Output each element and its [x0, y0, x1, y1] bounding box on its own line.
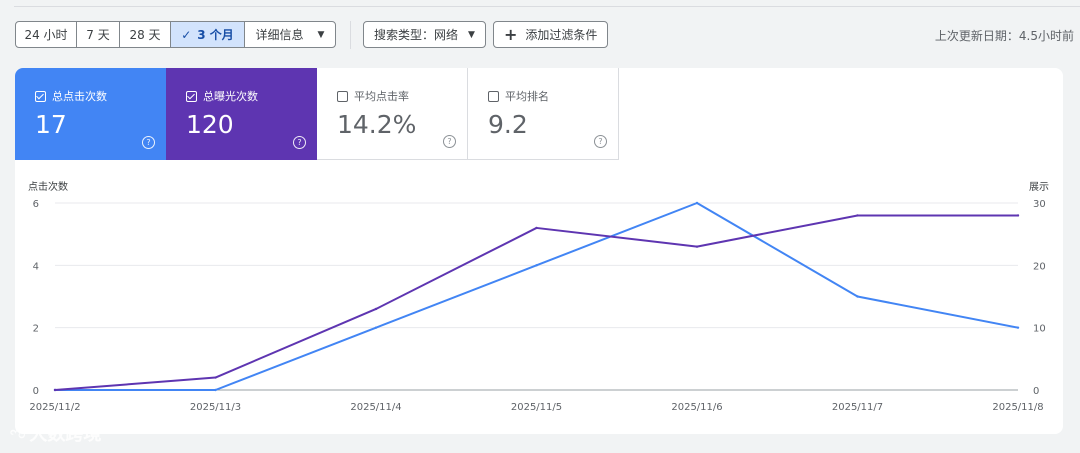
metric-label: 总点击次数 — [52, 90, 107, 103]
y-tick-label: 0 — [33, 386, 39, 397]
data-point — [1016, 214, 1020, 217]
data-point — [53, 388, 57, 392]
x-tick-label: 2025/11/2 — [29, 402, 80, 413]
metric-total-impressions[interactable]: 总曝光次数 120 ? — [166, 68, 317, 160]
data-point — [214, 376, 217, 379]
checkbox-checked-icon[interactable] — [35, 90, 46, 102]
x-tick-label: 2025/11/4 — [350, 402, 401, 413]
add-filter-button[interactable]: + 添加过滤条件 — [492, 21, 609, 48]
series-line — [54, 214, 1018, 391]
line-chart-svg: 点击次数 展示 0 2 4 6 0 10 20 30 2025/11/2 2025/11/3 2025/… — [28, 180, 1049, 413]
x-tick-label: 2025/11/6 — [671, 402, 722, 413]
metric-label: 平均排名 — [505, 90, 549, 103]
data-point — [374, 307, 378, 311]
x-tick-label: 2025/11/7 — [832, 402, 883, 413]
metric-label: 总曝光次数 — [203, 90, 258, 103]
y2-axis-title: 展示 — [1029, 181, 1049, 193]
data-point — [856, 214, 859, 217]
data-point — [214, 388, 217, 392]
brand-logo-icon: ಌ — [10, 423, 26, 442]
y2-tick-label: 0 — [1033, 386, 1039, 397]
y2-tick-label: 30 — [1033, 199, 1046, 210]
data-point — [856, 295, 859, 298]
date-range-selector: 24 小时 7 天 28 天 ✓ 3 个月 详细信息 ▼ — [15, 21, 336, 48]
metric-header: 总曝光次数 — [186, 88, 258, 104]
data-point — [535, 264, 538, 267]
range-3m-label: 3 个月 — [197, 28, 234, 42]
plus-icon: + — [503, 24, 518, 44]
help-icon[interactable]: ? — [594, 135, 607, 148]
metric-value: 17 — [35, 110, 67, 139]
filter-toolbar: 24 小时 7 天 28 天 ✓ 3 个月 详细信息 ▼ 搜索类型：网络 ▼ +… — [15, 20, 609, 49]
help-icon[interactable]: ? — [293, 136, 306, 149]
metric-label: 平均点击率 — [354, 90, 409, 103]
metric-header: 平均排名 — [488, 88, 549, 104]
range-28d-button[interactable]: 28 天 — [120, 22, 171, 47]
metric-value: 9.2 — [488, 110, 528, 139]
x-tick-label: 2025/11/8 — [992, 402, 1043, 413]
range-7d-button[interactable]: 7 天 — [77, 22, 120, 47]
series-line — [55, 202, 1019, 391]
data-point — [695, 245, 699, 248]
y-tick-label: 4 — [33, 261, 39, 272]
caret-down-icon: ▼ — [317, 29, 325, 40]
help-icon[interactable]: ? — [142, 136, 155, 149]
metric-average-ctr[interactable]: 平均点击率 14.2% ? — [317, 68, 468, 160]
y2-tick-label: 20 — [1033, 261, 1046, 272]
last-updated-text: 上次更新日期：4.5小时前 — [934, 29, 1074, 43]
help-icon[interactable]: ? — [443, 135, 456, 148]
metric-total-clicks[interactable]: 总点击次数 17 ? — [15, 68, 166, 160]
caret-down-icon: ▼ — [468, 29, 475, 40]
y-tick-label: 6 — [33, 199, 39, 210]
range-details-label: 详细信息 — [255, 28, 304, 42]
metric-average-position[interactable]: 平均排名 9.2 ? — [468, 68, 619, 160]
search-type-dropdown[interactable]: 搜索类型：网络 ▼ — [363, 21, 486, 48]
x-tick-label: 2025/11/3 — [190, 402, 241, 413]
checkbox-unchecked-icon[interactable] — [488, 90, 499, 102]
range-details-dropdown[interactable]: 详细信息 ▼ — [245, 22, 335, 47]
add-filter-label: 添加过滤条件 — [525, 28, 598, 42]
data-point — [695, 201, 699, 205]
metric-value: 14.2% — [337, 110, 417, 139]
y-tick-label: 2 — [33, 324, 39, 335]
data-point — [535, 226, 538, 230]
y-axis-title: 点击次数 — [28, 180, 68, 193]
range-3m-button[interactable]: ✓ 3 个月 — [171, 22, 245, 47]
y2-tick-label: 10 — [1033, 324, 1046, 335]
metric-header: 平均点击率 — [337, 88, 409, 104]
checkbox-checked-icon[interactable] — [186, 90, 197, 102]
metric-tabs: 总点击次数 17 ? 总曝光次数 120 ? 平均点击率 14.2% ? 平均排… — [15, 68, 1063, 160]
watermark-text: 大数跨境 — [29, 424, 102, 445]
metric-header: 总点击次数 — [35, 88, 107, 104]
data-point — [374, 326, 378, 329]
checkbox-unchecked-icon[interactable] — [337, 90, 348, 102]
data-point — [1016, 326, 1020, 329]
check-icon: ✓ — [181, 27, 192, 42]
range-24h-button[interactable]: 24 小时 — [16, 22, 77, 47]
performance-chart: 点击次数 展示 0 2 4 6 0 10 20 30 2025/11/2 2025/11/3 2025/… — [15, 160, 1063, 434]
watermark: ಌ 大数跨境 — [10, 420, 101, 446]
metric-value: 120 — [186, 110, 234, 139]
x-tick-label: 2025/11/5 — [511, 402, 562, 413]
search-type-label: 搜索类型：网络 — [374, 28, 459, 42]
performance-card: 总点击次数 17 ? 总曝光次数 120 ? 平均点击率 14.2% ? 平均排… — [15, 68, 1063, 434]
toolbar-divider — [350, 20, 351, 49]
top-divider — [14, 6, 1080, 7]
